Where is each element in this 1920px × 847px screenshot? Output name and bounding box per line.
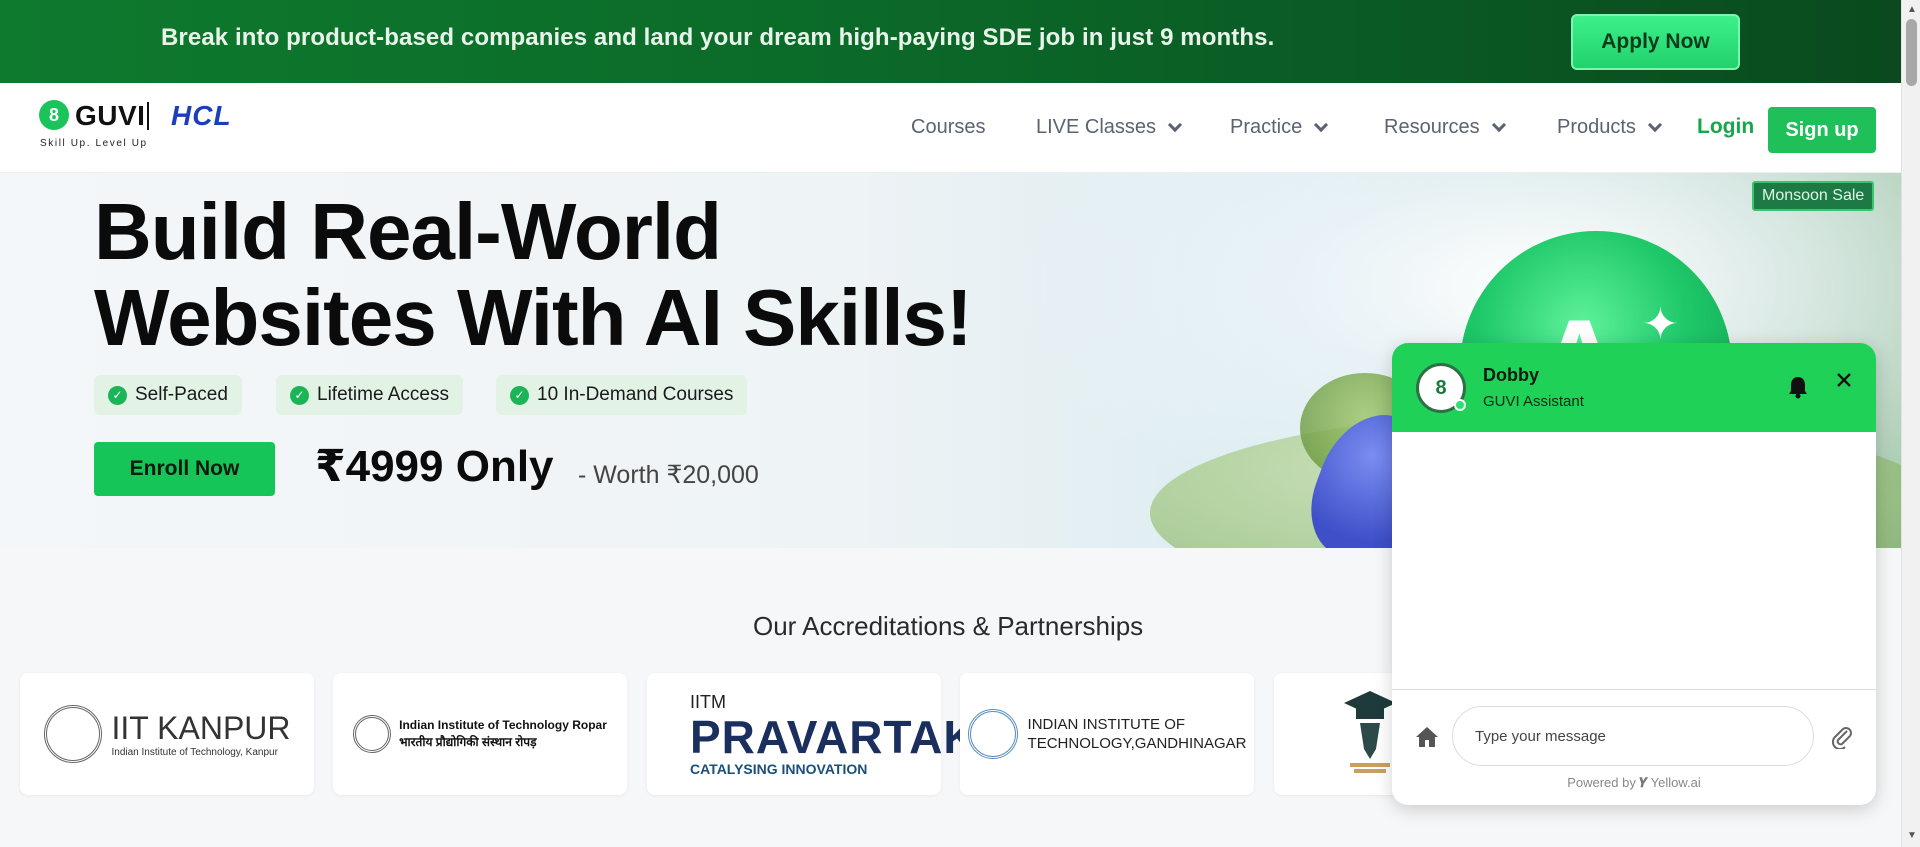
nav-item-live-classes[interactable]: LIVE Classes <box>1036 116 1183 139</box>
nav-item-label: Courses <box>911 116 986 138</box>
bell-icon[interactable] <box>1787 375 1809 399</box>
iit-kanpur-seal-icon <box>43 705 102 763</box>
navbar: 8 GUVI HCL Skill Up. Level Up Courses LI… <box>0 83 1901 173</box>
logo-divider <box>147 102 149 130</box>
powered-by-brand[interactable]: Yellow.ai <box>1651 775 1701 790</box>
monsoon-sale-badge: Monsoon Sale <box>1752 181 1875 211</box>
check-icon: ✓ <box>108 385 127 405</box>
partner-name: PRAVARTAK <box>690 710 978 763</box>
feature-pill-lifetime-access: ✓ Lifetime Access <box>276 375 463 415</box>
partner-name: INDIAN INSTITUTE OF <box>1027 716 1186 733</box>
nav-item-label: Practice <box>1230 116 1303 138</box>
close-icon[interactable] <box>1835 371 1853 389</box>
iit-ropar-seal-icon <box>353 715 392 753</box>
signup-button[interactable]: Sign up <box>1768 107 1876 153</box>
bot-name: Dobby <box>1483 365 1539 385</box>
chevron-down-icon <box>1647 117 1663 132</box>
hero-title-line1: Build Real-World <box>94 187 722 276</box>
partner-name: Indian Institute of Technology Ropar <box>399 718 607 732</box>
home-icon[interactable] <box>1414 725 1440 749</box>
powered-by-text: Powered by <box>1567 775 1636 790</box>
partner-card-iit-gandhinagar: INDIAN INSTITUTE OF TECHNOLOGY,GANDHINAG… <box>960 673 1254 795</box>
chat-messages-area[interactable] <box>1392 432 1876 690</box>
promo-text: Break into product-based companies and l… <box>161 24 1275 51</box>
scroll-down-arrow-icon[interactable]: ▼ <box>1907 830 1917 841</box>
feature-pill-self-paced: ✓ Self-Paced <box>94 375 242 415</box>
check-icon: ✓ <box>290 385 309 405</box>
promo-banner: Break into product-based companies and l… <box>0 0 1901 83</box>
feature-label: Self-Paced <box>135 384 228 405</box>
chat-header: 8 Dobby GUVI Assistant <box>1392 343 1876 432</box>
feature-label: 10 In-Demand Courses <box>537 384 734 405</box>
nav-item-practice[interactable]: Practice <box>1230 116 1329 139</box>
partner-subtitle: Indian Institute of Technology, Kanpur <box>111 747 278 758</box>
nav-item-courses[interactable]: Courses <box>911 116 985 139</box>
partner-subtitle: CATALYSING INNOVATION <box>690 760 868 777</box>
chevron-down-icon <box>1314 117 1329 132</box>
guvi-logo-icon: 8 <box>39 100 69 130</box>
feature-pill-courses: ✓ 10 In-Demand Courses <box>496 375 748 415</box>
yellow-ai-logo-icon: 𝒀 <box>1639 775 1648 790</box>
bot-subtitle: GUVI Assistant <box>1483 393 1584 410</box>
feature-label: Lifetime Access <box>317 384 449 405</box>
iit-gandhinagar-seal-icon <box>967 709 1018 759</box>
scroll-up-arrow-icon[interactable]: ▲ <box>1907 4 1917 15</box>
nav-item-label: LIVE Classes <box>1036 116 1157 138</box>
worth-text: - Worth ₹20,000 <box>578 461 759 489</box>
online-status-dot <box>1454 399 1466 411</box>
login-link[interactable]: Login <box>1697 115 1754 139</box>
partner-card-pravartak: IITM PRAVARTAK CATALYSING INNOVATION <box>647 673 977 795</box>
partner-subtitle: भारतीय प्रौद्योगिकी संस्थान रोपड़ <box>399 735 537 749</box>
chat-message-input[interactable] <box>1452 706 1814 766</box>
nav-item-label: Resources <box>1384 116 1480 138</box>
chat-widget: 8 Dobby GUVI Assistant Powered by 𝒀 Yell… <box>1392 343 1876 805</box>
scrollbar-thumb[interactable] <box>1906 19 1917 86</box>
check-icon: ✓ <box>510 385 529 405</box>
attachment-icon[interactable] <box>1829 723 1855 749</box>
graduation-cap-icon <box>1344 691 1396 773</box>
price-text: ₹4999 Only <box>315 442 554 491</box>
nav-item-label: Products <box>1557 116 1636 138</box>
partner-card-iit-ropar: Indian Institute of Technology Ropar भार… <box>333 673 627 795</box>
partner-prefix: IITM <box>690 691 726 712</box>
partner-subtitle: TECHNOLOGY,GANDHINAGAR <box>1027 735 1247 752</box>
powered-by-footer: Powered by 𝒀 Yellow.ai <box>1392 775 1876 791</box>
nav-item-resources[interactable]: Resources <box>1384 116 1506 139</box>
chevron-down-icon <box>1491 117 1506 132</box>
partner-card-iit-kanpur: IIT KANPUR Indian Institute of Technolog… <box>20 673 314 795</box>
guvi-hcl-logo[interactable]: 8 GUVI HCL Skill Up. Level Up <box>39 98 299 158</box>
nav-item-products[interactable]: Products <box>1557 116 1663 139</box>
logo-guvi-text: GUVI <box>75 100 146 131</box>
page-scrollbar[interactable]: ▲ ▼ <box>1901 0 1920 847</box>
logo-tagline: Skill Up. Level Up <box>40 138 148 149</box>
hero-title: Build Real-World Websites With AI Skills… <box>94 187 973 362</box>
partner-name: IIT KANPUR <box>111 710 291 746</box>
enroll-now-button[interactable]: Enroll Now <box>94 442 275 496</box>
logo-hcl-text: HCL <box>171 100 232 131</box>
accreditations-title: Our Accreditations & Partnerships <box>753 611 1144 641</box>
apply-now-button[interactable]: Apply Now <box>1571 14 1740 70</box>
chevron-down-icon <box>1167 117 1183 132</box>
hero-title-line2: Websites With AI Skills! <box>94 273 973 362</box>
